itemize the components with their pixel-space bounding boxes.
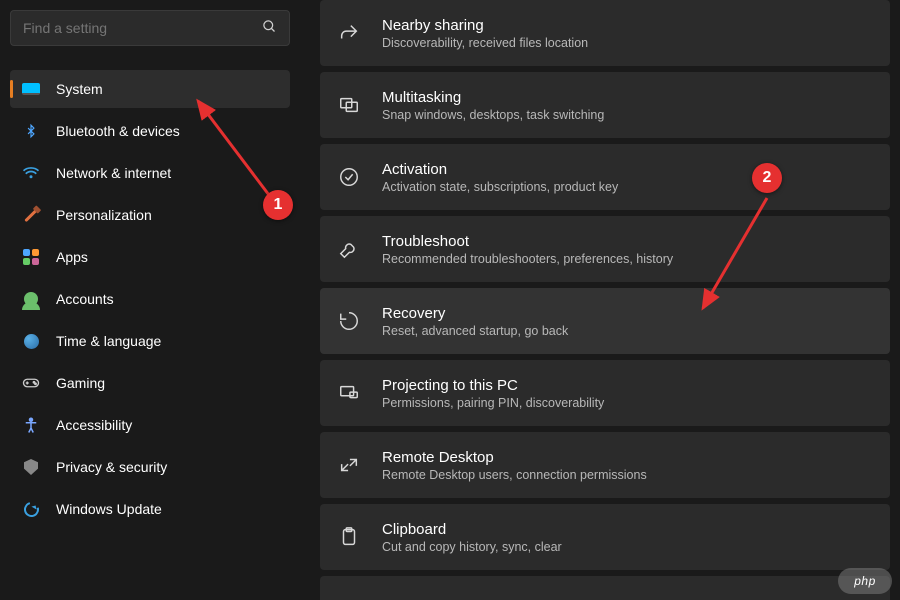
sidebar-item-update[interactable]: Windows Update <box>10 490 290 528</box>
globe-icon <box>22 332 40 350</box>
search-input[interactable] <box>23 20 262 36</box>
card-troubleshoot[interactable]: Troubleshoot Recommended troubleshooters… <box>320 216 890 282</box>
sidebar-item-label: Windows Update <box>56 501 162 517</box>
sidebar-item-label: Accessibility <box>56 417 132 433</box>
sidebar-item-time[interactable]: Time & language <box>10 322 290 360</box>
card-subtitle: Remote Desktop users, connection permiss… <box>382 468 647 482</box>
sidebar-item-label: Gaming <box>56 375 105 391</box>
card-title: Clipboard <box>382 521 562 538</box>
card-multitasking[interactable]: Multitasking Snap windows, desktops, tas… <box>320 72 890 138</box>
card-title: Troubleshoot <box>382 233 673 250</box>
sidebar-item-label: System <box>56 81 103 97</box>
card-activation[interactable]: Activation Activation state, subscriptio… <box>320 144 890 210</box>
system-icon <box>22 80 40 98</box>
wifi-icon <box>22 164 40 182</box>
card-title: Remote Desktop <box>382 449 647 466</box>
settings-list: Nearby sharing Discoverability, received… <box>300 0 900 600</box>
accessibility-icon <box>22 416 40 434</box>
sidebar-item-bluetooth[interactable]: Bluetooth & devices <box>10 112 290 150</box>
bluetooth-icon <box>22 122 40 140</box>
sidebar-item-apps[interactable]: Apps <box>10 238 290 276</box>
search-box[interactable] <box>10 10 290 46</box>
remote-icon <box>338 454 360 476</box>
card-title: Nearby sharing <box>382 17 588 34</box>
card-subtitle: Activation state, subscriptions, product… <box>382 180 618 194</box>
sidebar-item-label: Apps <box>56 249 88 265</box>
sidebar-item-personalization[interactable]: Personalization <box>10 196 290 234</box>
search-icon <box>262 19 277 37</box>
card-title: Activation <box>382 161 618 178</box>
card-projecting[interactable]: Projecting to this PC Permissions, pairi… <box>320 360 890 426</box>
sidebar-item-accessibility[interactable]: Accessibility <box>10 406 290 444</box>
card-subtitle: Recommended troubleshooters, preferences… <box>382 252 673 266</box>
sidebar-item-label: Personalization <box>56 207 152 223</box>
card-clipboard[interactable]: Clipboard Cut and copy history, sync, cl… <box>320 504 890 570</box>
gaming-icon <box>22 374 40 392</box>
card-title: Projecting to this PC <box>382 377 604 394</box>
card-remote-desktop[interactable]: Remote Desktop Remote Desktop users, con… <box>320 432 890 498</box>
card-nearby-sharing[interactable]: Nearby sharing Discoverability, received… <box>320 0 890 66</box>
card-subtitle: Discoverability, received files location <box>382 36 588 50</box>
project-icon <box>338 382 360 404</box>
sidebar-item-label: Privacy & security <box>56 459 167 475</box>
sidebar-item-system[interactable]: System <box>10 70 290 108</box>
update-icon <box>22 500 40 518</box>
check-icon <box>338 166 360 188</box>
card-title: Multitasking <box>382 89 604 106</box>
card-subtitle: Permissions, pairing PIN, discoverabilit… <box>382 396 604 410</box>
card-subtitle: Reset, advanced startup, go back <box>382 324 568 338</box>
sidebar: System Bluetooth & devices Network & int… <box>0 0 300 600</box>
sidebar-item-gaming[interactable]: Gaming <box>10 364 290 402</box>
card-subtitle: Cut and copy history, sync, clear <box>382 540 562 554</box>
card-about[interactable]: About <box>320 576 890 600</box>
card-subtitle: Snap windows, desktops, task switching <box>382 108 604 122</box>
apps-icon <box>22 248 40 266</box>
multitask-icon <box>338 94 360 116</box>
sidebar-item-privacy[interactable]: Privacy & security <box>10 448 290 486</box>
brush-icon <box>22 206 40 224</box>
sidebar-item-label: Time & language <box>56 333 161 349</box>
card-title: Recovery <box>382 305 568 322</box>
recovery-icon <box>338 310 360 332</box>
account-icon <box>22 290 40 308</box>
share-icon <box>338 22 360 44</box>
clipboard-icon <box>338 526 360 548</box>
wrench-icon <box>338 238 360 260</box>
card-recovery[interactable]: Recovery Reset, advanced startup, go bac… <box>320 288 890 354</box>
sidebar-item-label: Bluetooth & devices <box>56 123 180 139</box>
sidebar-item-accounts[interactable]: Accounts <box>10 280 290 318</box>
shield-icon <box>22 458 40 476</box>
sidebar-item-label: Network & internet <box>56 165 171 181</box>
sidebar-item-label: Accounts <box>56 291 114 307</box>
sidebar-item-network[interactable]: Network & internet <box>10 154 290 192</box>
